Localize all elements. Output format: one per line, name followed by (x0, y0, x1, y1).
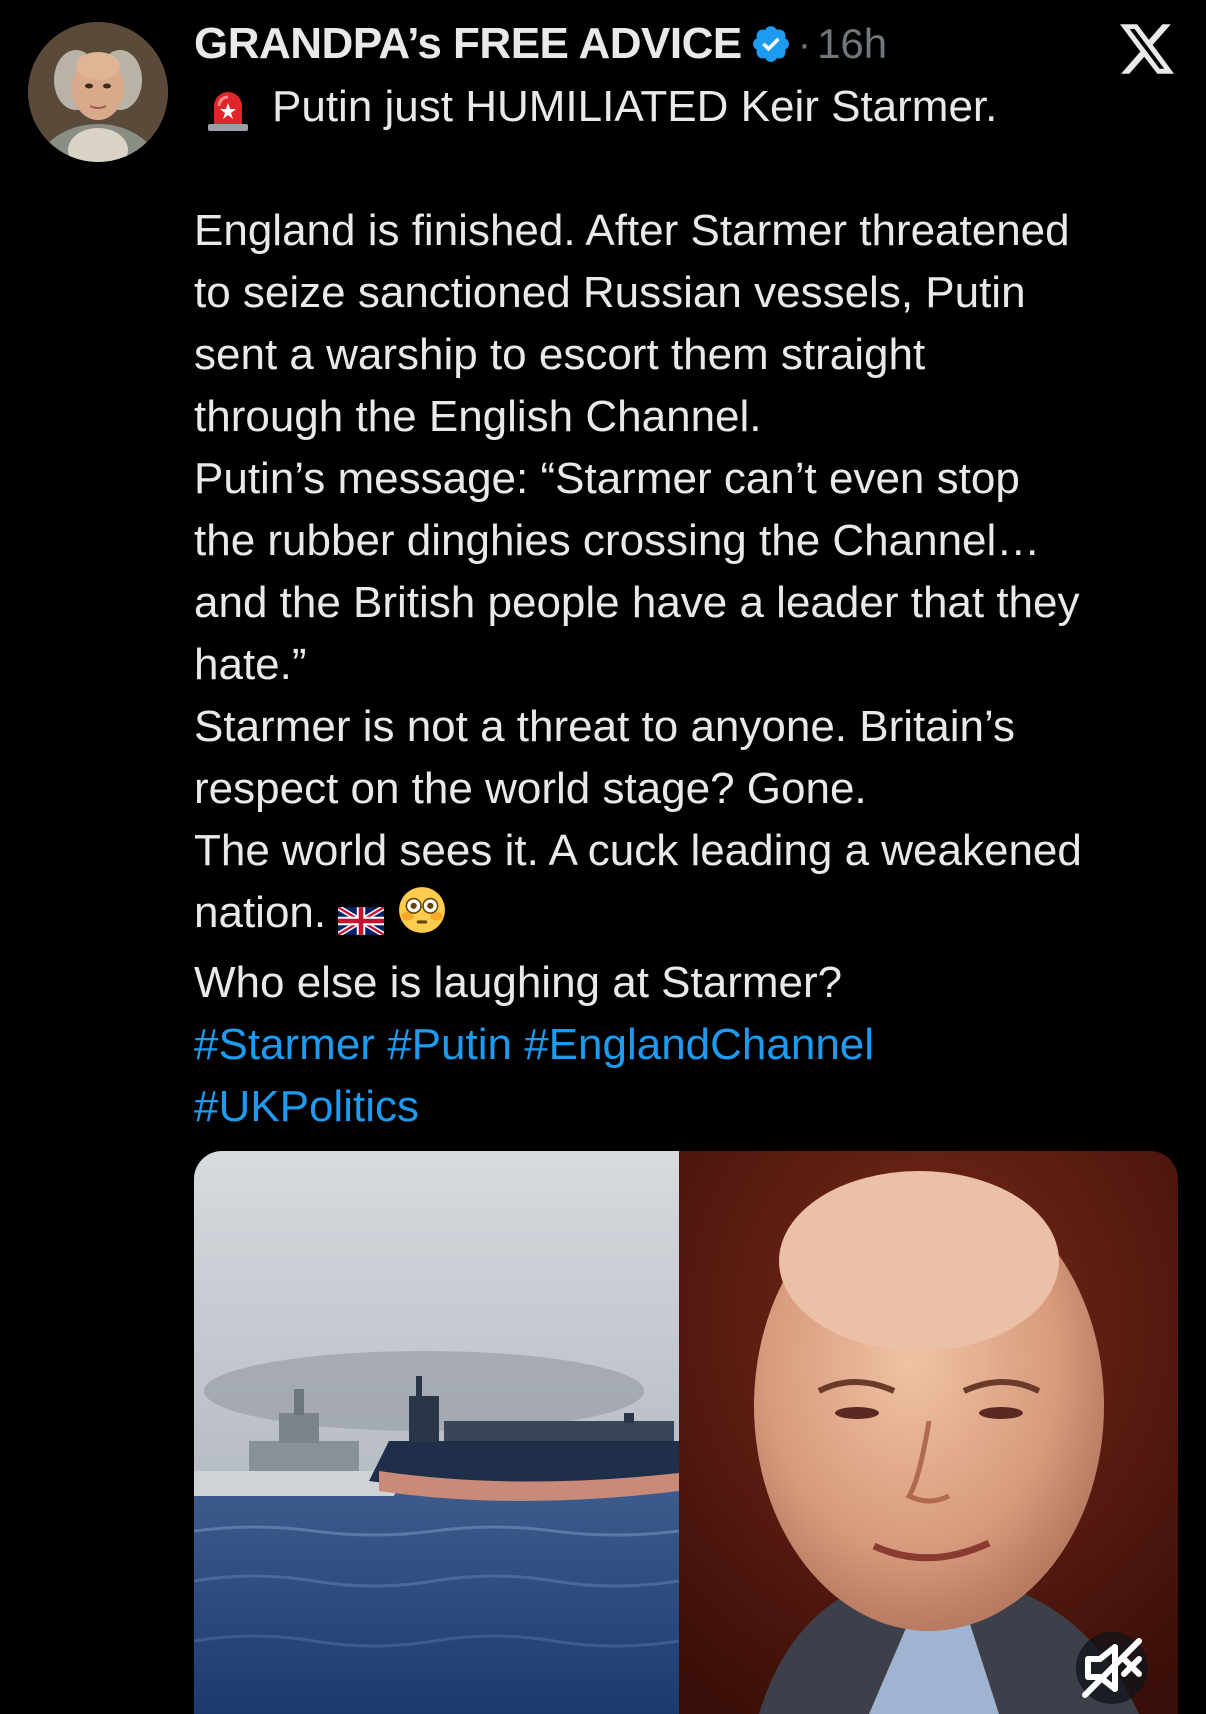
nation-text: nation. (194, 888, 327, 937)
hashtags-line: #Starmer #Putin #EnglandChannel (194, 1014, 1184, 1076)
post-time[interactable]: 16h (817, 20, 887, 68)
muted-speaker-icon (1082, 1638, 1142, 1698)
media-video-portrait[interactable] (679, 1151, 1178, 1714)
tweet-headline-text: Putin just HUMILIATED Keir Starmer. (272, 82, 998, 131)
hashtag-link-ukpolitics[interactable]: #UKPolitics (194, 1082, 419, 1131)
media-image-ships[interactable] (194, 1151, 679, 1714)
uk-flag-emoji (336, 890, 386, 952)
tweet-header: GRANDPA’s FREE ADVICE · 16h (194, 14, 887, 74)
tweet-text: Putin just HUMILIATED Keir Starmer. Engl… (194, 76, 1184, 1138)
tweet-body-line: the rubber dinghies crossing the Channel… (194, 516, 1041, 565)
tweet-body-line: sent a warship to escort them straight (194, 330, 926, 379)
tweet-headline: Putin just HUMILIATED Keir Starmer. (194, 76, 1184, 138)
avatar-portrait-image (28, 22, 168, 162)
tweet-body-line: Starmer is not a threat to anyone. Brita… (194, 702, 1015, 751)
tweet-body-line: through the English Channel. (194, 392, 762, 441)
mute-toggle-button[interactable] (1076, 1632, 1148, 1704)
tweet-body-line: England is finished. After Starmer threa… (194, 206, 1070, 255)
tweet-body-line: to seize sanctioned Russian vessels, Put… (194, 268, 1026, 317)
verified-badge-icon (750, 23, 792, 65)
ships-at-sea-image (194, 1151, 679, 1714)
tweet-body-line: The world sees it. A cuck leading a weak… (194, 826, 1082, 875)
tweet-body-line: and the British people have a leader tha… (194, 578, 1080, 627)
tweet-body-line: Putin’s message: “Starmer can’t even sto… (194, 454, 1020, 503)
tweet-body-line: Who else is laughing at Starmer? (194, 958, 843, 1007)
hashtags-line: #UKPolitics (194, 1076, 1184, 1138)
author-avatar[interactable] (28, 22, 168, 162)
tweet-body-line-nation: nation. (194, 882, 1184, 952)
tweet-body-line: hate.” (194, 640, 307, 689)
flushed-face-emoji (397, 885, 447, 952)
x-logo-icon[interactable] (1120, 24, 1174, 74)
police-siren-emoji (204, 84, 252, 132)
man-smiling-video-frame (679, 1151, 1178, 1714)
tweet-media[interactable] (194, 1151, 1178, 1714)
hashtag-link-starmer[interactable]: #Starmer (194, 1020, 375, 1069)
separator-dot: · (797, 21, 812, 66)
hashtag-link-putin[interactable]: #Putin (387, 1020, 512, 1069)
author-name[interactable]: GRANDPA’s FREE ADVICE (194, 19, 742, 69)
hashtag-link-englandchannel[interactable]: #EnglandChannel (524, 1020, 874, 1069)
tweet-body-line: respect on the world stage? Gone. (194, 764, 867, 813)
